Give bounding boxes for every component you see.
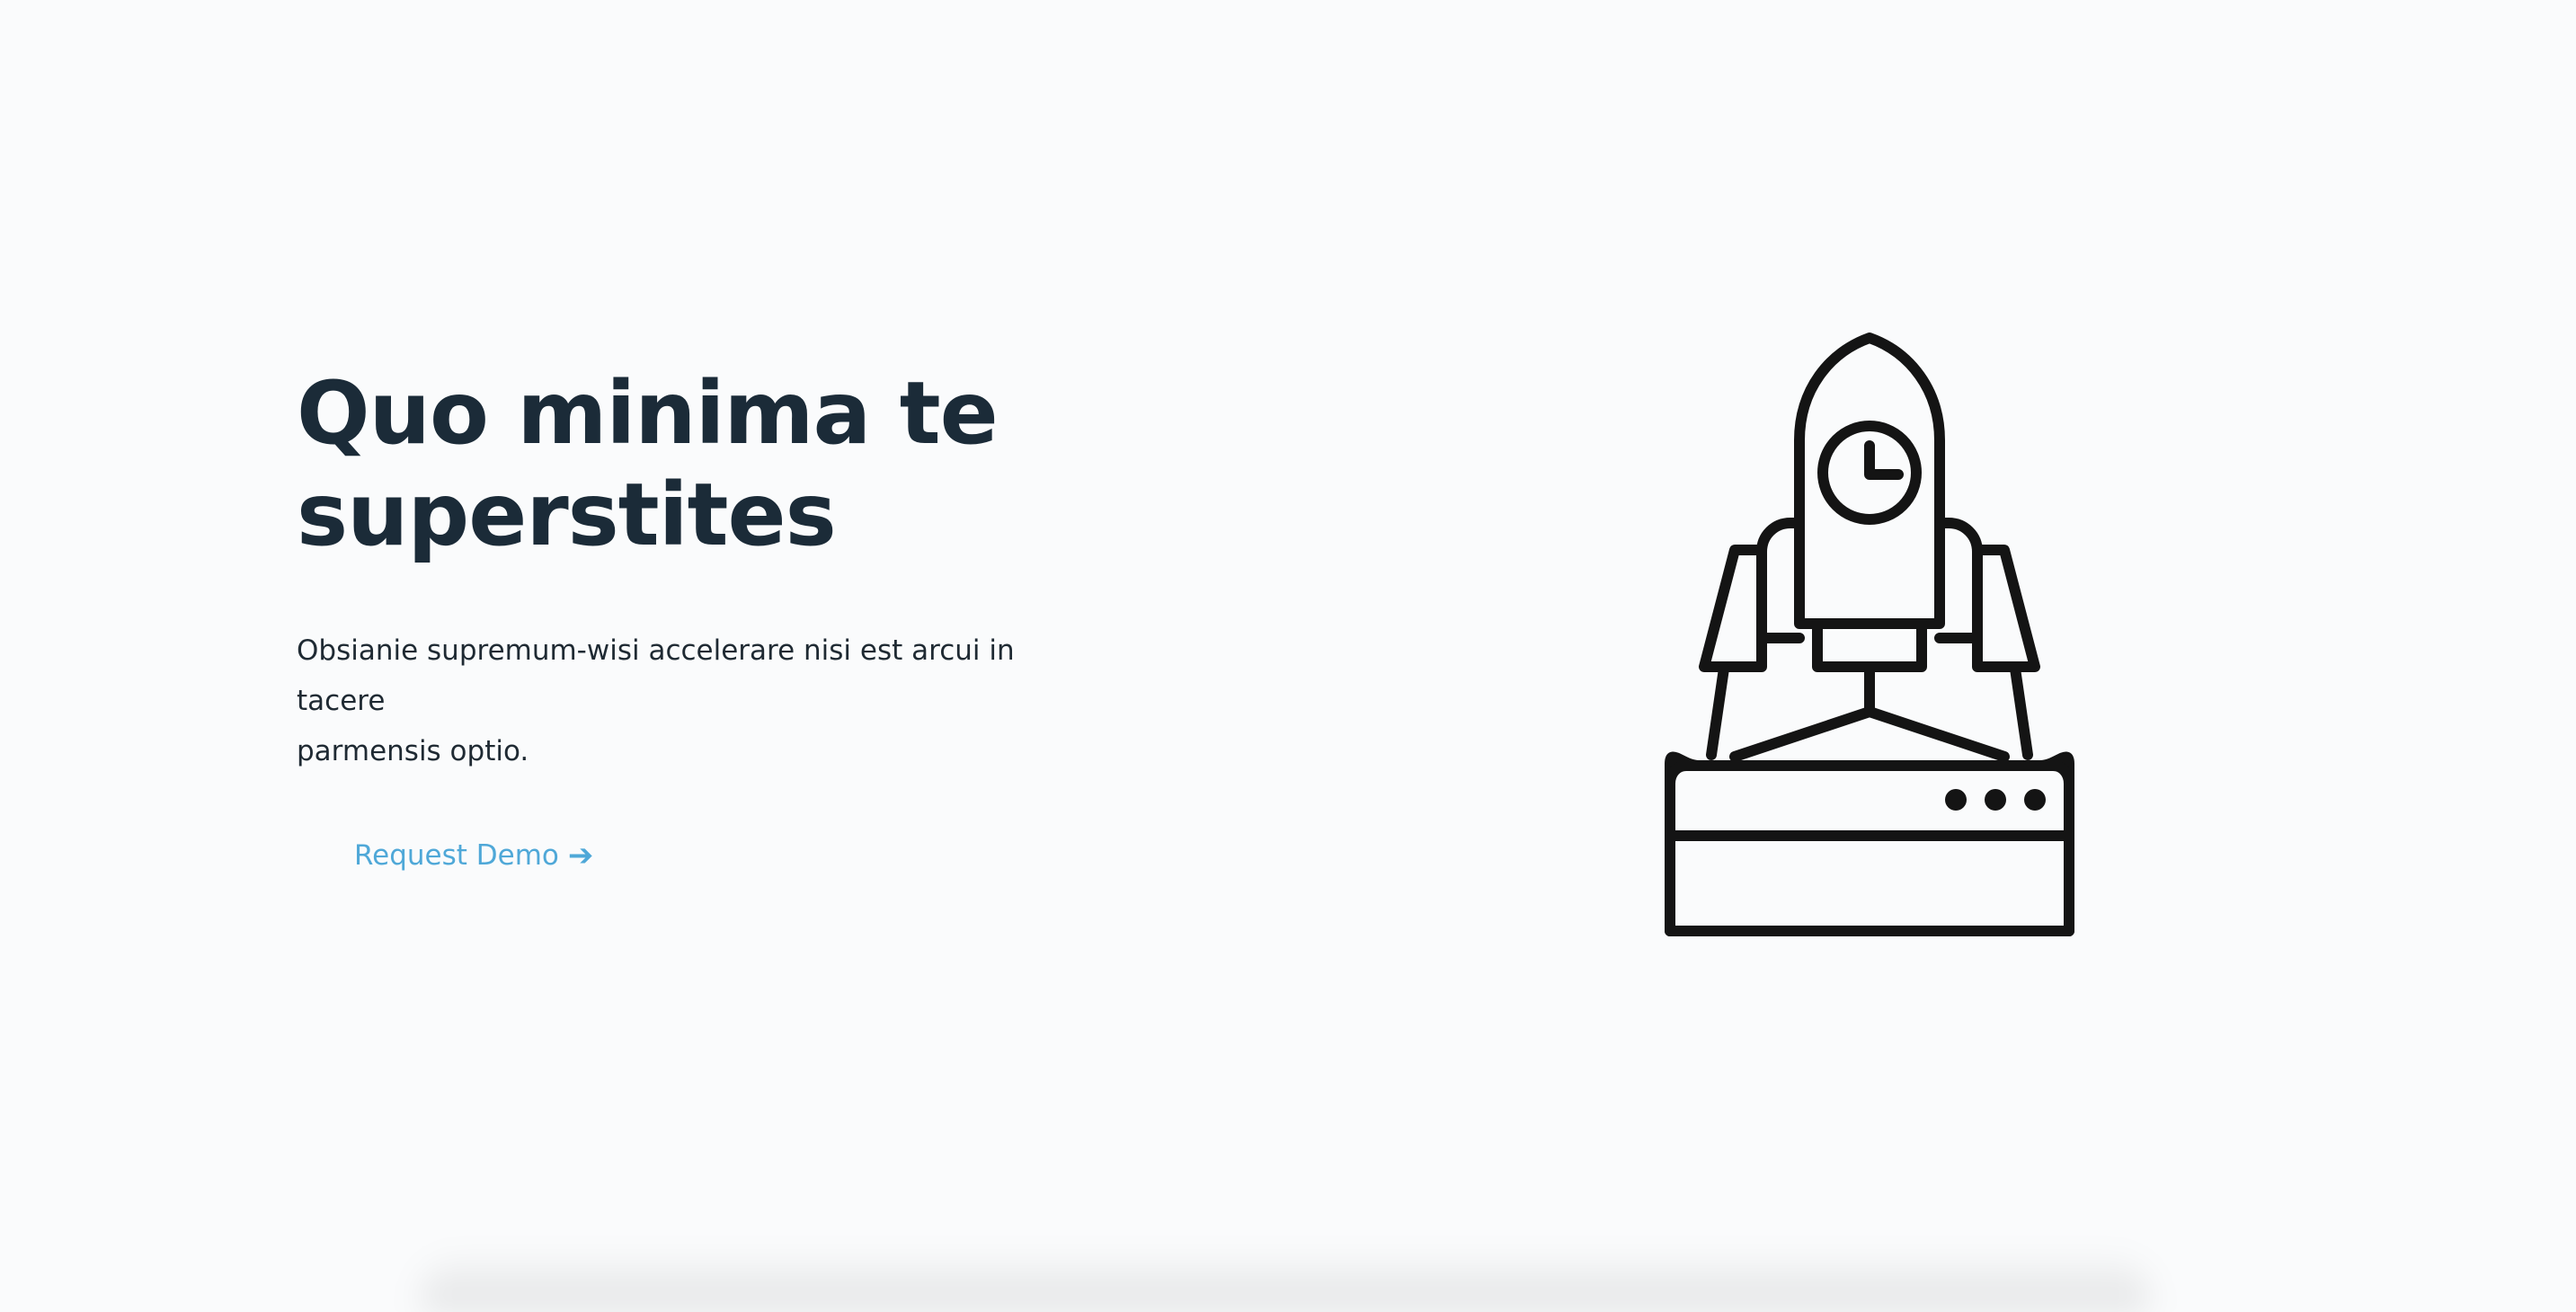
right-fin — [1972, 545, 2040, 672]
server-icon — [1665, 751, 2074, 936]
launch-legs — [1706, 661, 2033, 762]
hero-section: Quo minima te superstites Obsianie supre… — [0, 0, 2576, 1312]
hero-subtitle-line-1: Obsianie supremum-wisi accelerare nisi e… — [297, 634, 1015, 717]
hero-text-block: Quo minima te superstites Obsianie supre… — [297, 363, 1106, 872]
request-demo-link[interactable]: Request Demo ➔ — [354, 839, 593, 872]
next-section-edge — [422, 1258, 2148, 1312]
hero-title-line-2: superstites — [297, 465, 837, 565]
hero-title: Quo minima te superstites — [297, 363, 1106, 566]
clock-icon — [1817, 421, 1922, 525]
left-booster — [1756, 518, 1805, 643]
right-booster — [1934, 518, 1983, 643]
arrow-right-icon: ➔ — [567, 838, 594, 873]
hero-subtitle: Obsianie supremum-wisi accelerare nisi e… — [297, 625, 1088, 776]
hero-subtitle-line-2: parmensis optio. — [297, 735, 529, 767]
left-fin — [1699, 545, 1767, 672]
rocket-nozzle — [1812, 618, 1927, 672]
hero-title-line-1: Quo minima te — [297, 363, 999, 464]
request-demo-label: Request Demo — [354, 839, 559, 872]
rocket-launch-server-icon — [1665, 332, 2074, 936]
